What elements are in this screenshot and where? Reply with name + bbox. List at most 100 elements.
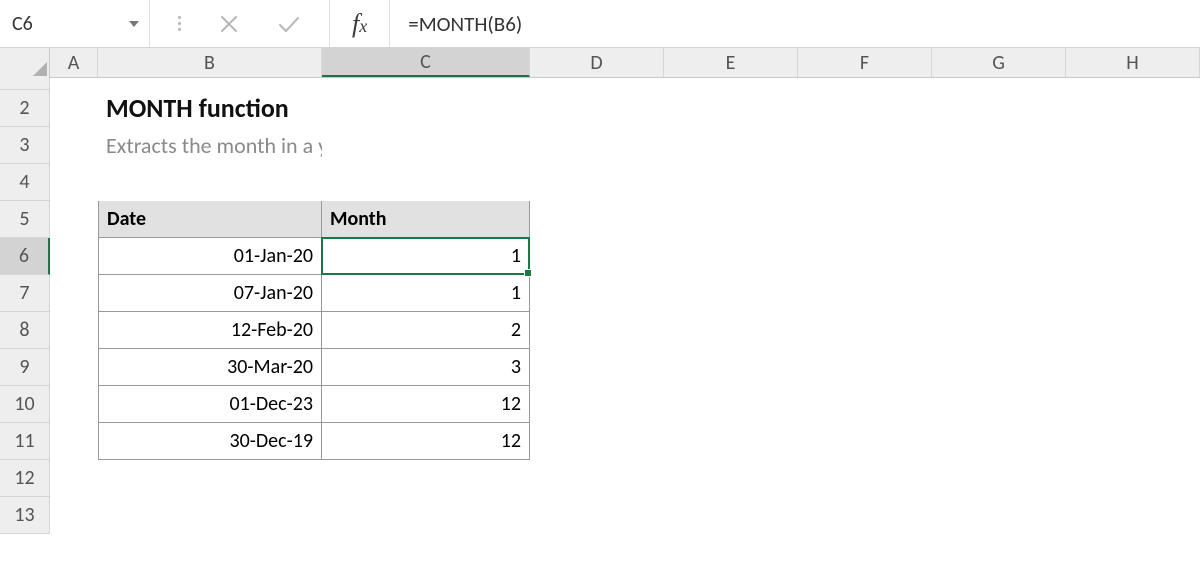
cell-E3[interactable]: [664, 127, 798, 164]
cell-A8[interactable]: [50, 312, 98, 349]
cell-F3[interactable]: [798, 127, 932, 164]
cell-H11[interactable]: [1066, 423, 1200, 460]
cancel-icon[interactable]: [219, 14, 239, 34]
cell-C6[interactable]: 1: [322, 238, 530, 275]
row-header-11[interactable]: 11: [0, 423, 50, 460]
cell-E10[interactable]: [664, 386, 798, 423]
row-header-2[interactable]: 2: [0, 90, 50, 127]
cell-E8[interactable]: [664, 312, 798, 349]
cell-C13[interactable]: [322, 497, 530, 534]
cell-C9[interactable]: 3: [322, 349, 530, 386]
cell-E12[interactable]: [664, 460, 798, 497]
spreadsheet-grid[interactable]: A B C D E F G H 2 MONTH function 3: [0, 48, 1200, 534]
cell-H3[interactable]: [1066, 127, 1200, 164]
cell-B11[interactable]: 30-Dec-19: [98, 423, 322, 460]
cell-H1[interactable]: [1066, 78, 1200, 90]
cell-A5[interactable]: [50, 201, 98, 238]
cell-B5[interactable]: Date: [98, 201, 322, 238]
cell-C11[interactable]: 12: [322, 423, 530, 460]
cell-F6[interactable]: [798, 238, 932, 275]
cell-G2[interactable]: [932, 90, 1066, 127]
cell-C12[interactable]: [322, 460, 530, 497]
cell-F7[interactable]: [798, 275, 932, 312]
cell-B3[interactable]: Extracts the month in a year from a give…: [98, 127, 322, 164]
cell-H6[interactable]: [1066, 238, 1200, 275]
cell-D11[interactable]: [530, 423, 664, 460]
cell-C5[interactable]: Month: [322, 201, 530, 238]
cell-C7[interactable]: 1: [322, 275, 530, 312]
cell-A9[interactable]: [50, 349, 98, 386]
cell-F2[interactable]: [798, 90, 932, 127]
row-header-6[interactable]: 6: [0, 238, 50, 275]
cell-C3[interactable]: [322, 127, 530, 164]
col-header-B[interactable]: B: [98, 48, 322, 77]
row-header-9[interactable]: 9: [0, 349, 50, 386]
cell-G3[interactable]: [932, 127, 1066, 164]
cell-E7[interactable]: [664, 275, 798, 312]
cell-D10[interactable]: [530, 386, 664, 423]
cell-B12[interactable]: [98, 460, 322, 497]
cell-A3[interactable]: [50, 127, 98, 164]
cell-B8[interactable]: 12-Feb-20: [98, 312, 322, 349]
cell-G7[interactable]: [932, 275, 1066, 312]
name-box[interactable]: C6: [0, 0, 150, 47]
cell-H9[interactable]: [1066, 349, 1200, 386]
cell-A7[interactable]: [50, 275, 98, 312]
col-header-D[interactable]: D: [530, 48, 664, 77]
cell-B13[interactable]: [98, 497, 322, 534]
cell-F8[interactable]: [798, 312, 932, 349]
col-header-A[interactable]: A: [50, 48, 98, 77]
col-header-G[interactable]: G: [932, 48, 1066, 77]
cell-A13[interactable]: [50, 497, 98, 534]
cell-D3[interactable]: [530, 127, 664, 164]
select-all-corner[interactable]: [0, 48, 50, 78]
cell-E11[interactable]: [664, 423, 798, 460]
cell-H12[interactable]: [1066, 460, 1200, 497]
row-header-12[interactable]: 12: [0, 460, 50, 497]
cell-D12[interactable]: [530, 460, 664, 497]
cell-G13[interactable]: [932, 497, 1066, 534]
cell-G1[interactable]: [932, 78, 1066, 90]
cell-G10[interactable]: [932, 386, 1066, 423]
enter-icon[interactable]: [277, 14, 301, 34]
fx-icon[interactable]: fx: [330, 0, 390, 47]
cell-A11[interactable]: [50, 423, 98, 460]
col-header-E[interactable]: E: [664, 48, 798, 77]
cell-C10[interactable]: 12: [322, 386, 530, 423]
cell-H8[interactable]: [1066, 312, 1200, 349]
cell-B9[interactable]: 30-Mar-20: [98, 349, 322, 386]
cell-A10[interactable]: [50, 386, 98, 423]
cell-D9[interactable]: [530, 349, 664, 386]
cell-B4[interactable]: [98, 164, 322, 201]
cell-F11[interactable]: [798, 423, 932, 460]
cell-H7[interactable]: [1066, 275, 1200, 312]
cell-G5[interactable]: [932, 201, 1066, 238]
cell-F12[interactable]: [798, 460, 932, 497]
cell-E5[interactable]: [664, 201, 798, 238]
cell-E2[interactable]: [664, 90, 798, 127]
cell-D6[interactable]: [530, 238, 664, 275]
cell-G11[interactable]: [932, 423, 1066, 460]
cell-F9[interactable]: [798, 349, 932, 386]
cell-B1[interactable]: [98, 78, 322, 90]
row-header-13[interactable]: 13: [0, 497, 50, 534]
cell-B10[interactable]: 01-Dec-23: [98, 386, 322, 423]
cell-D1[interactable]: [530, 78, 664, 90]
col-header-F[interactable]: F: [798, 48, 932, 77]
cell-G6[interactable]: [932, 238, 1066, 275]
cell-D7[interactable]: [530, 275, 664, 312]
cell-H4[interactable]: [1066, 164, 1200, 201]
cell-G8[interactable]: [932, 312, 1066, 349]
cell-G12[interactable]: [932, 460, 1066, 497]
row-header-3[interactable]: 3: [0, 127, 50, 164]
formula-input[interactable]: =MONTH(B6): [390, 0, 1200, 47]
cell-G4[interactable]: [932, 164, 1066, 201]
drag-handle-icon[interactable]: [178, 16, 181, 31]
cell-D13[interactable]: [530, 497, 664, 534]
cell-D8[interactable]: [530, 312, 664, 349]
cell-E4[interactable]: [664, 164, 798, 201]
row-header-8[interactable]: 8: [0, 312, 50, 349]
cell-C8[interactable]: 2: [322, 312, 530, 349]
chevron-down-icon[interactable]: [129, 21, 139, 27]
cell-F4[interactable]: [798, 164, 932, 201]
